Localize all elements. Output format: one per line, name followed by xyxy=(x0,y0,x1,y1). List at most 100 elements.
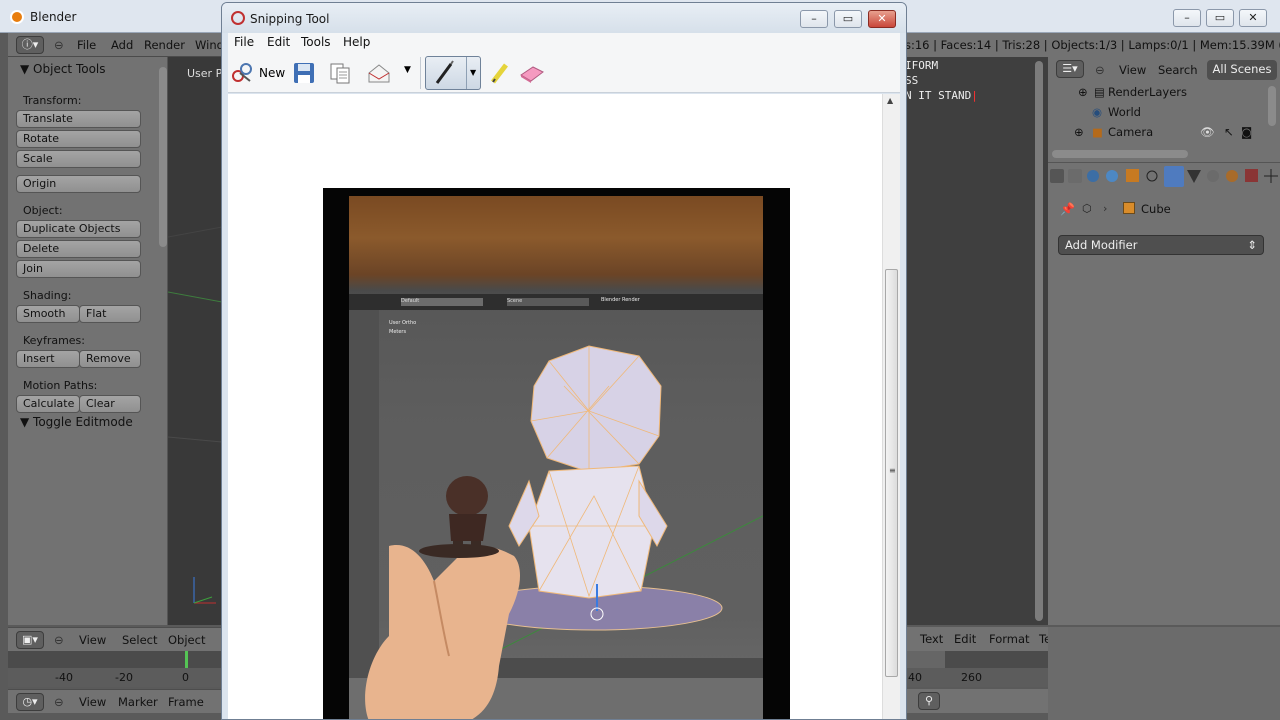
eraser-icon xyxy=(520,66,544,83)
collapse-icon[interactable]: ⊖ xyxy=(54,695,64,709)
origin-button[interactable]: Origin xyxy=(16,175,141,193)
menu-render[interactable]: Render xyxy=(144,38,185,52)
toggle-editmode-header[interactable]: ▼ Toggle Editmode xyxy=(20,415,133,429)
mesh-cube-icon xyxy=(1123,202,1135,214)
snip-canvas-scrollbar[interactable]: ▲ ≡ xyxy=(882,94,900,719)
outliner-header: ☰▾ ⊖ View Search All Scenes xyxy=(1048,57,1280,82)
text-editor[interactable]: IFORM SS N IT STAND| xyxy=(905,57,1048,625)
menu-object[interactable]: Object xyxy=(168,633,205,647)
blender-logo-icon xyxy=(10,10,24,24)
menu-view[interactable]: View xyxy=(1119,63,1146,77)
menu-format[interactable]: Format xyxy=(989,632,1030,646)
menu-edit[interactable]: Edit xyxy=(267,35,290,49)
menu-view[interactable]: View xyxy=(79,695,106,709)
timeline[interactable]: -40 -20 0 xyxy=(8,651,222,687)
menu-file[interactable]: File xyxy=(234,35,254,49)
scrollbar-thumb[interactable]: ≡ xyxy=(885,269,898,677)
viewport-grid xyxy=(168,226,222,604)
menu-frame[interactable]: Frame xyxy=(168,695,204,709)
properties-tab-icons[interactable] xyxy=(1048,163,1280,191)
remove-keyframe-button[interactable]: Remove xyxy=(79,350,141,368)
3d-viewport[interactable]: User P xyxy=(168,57,222,625)
expand-icon[interactable]: ⊕ xyxy=(1078,85,1088,99)
text-editor-header: Text Edit Format Te xyxy=(905,627,1051,651)
editor-type-3d-icon[interactable]: ▣▾ xyxy=(16,631,44,649)
close-button[interactable]: ✕ xyxy=(1239,9,1267,27)
maximize-button[interactable]: ▭ xyxy=(1206,9,1234,27)
snip-canvas[interactable]: Default Scene Blender Render User Ortho … xyxy=(228,94,882,719)
editor-type-outliner-icon[interactable]: ☰▾ xyxy=(1056,60,1084,78)
copy-button[interactable] xyxy=(328,61,354,85)
code-line: N IT STAND| xyxy=(905,89,978,102)
highlighter-button[interactable] xyxy=(488,61,514,85)
grip-icon: ≡ xyxy=(889,466,896,475)
scroll-up-arrow-icon[interactable]: ▲ xyxy=(887,96,893,105)
3d-view-header: ▣▾ ⊖ View Select Object xyxy=(8,627,222,651)
expand-icon[interactable]: ⊕ xyxy=(1074,125,1084,139)
display-mode-select[interactable]: All Scenes xyxy=(1207,60,1277,80)
timeline-header: ◷▾ ⊖ View Marker Frame xyxy=(8,689,222,713)
snipping-tool-title: Snipping Tool xyxy=(250,12,330,26)
visibility-eye-icon[interactable]: 👁 xyxy=(1200,125,1215,139)
timeline-right[interactable]: 40 260 xyxy=(905,651,1048,687)
calculate-button[interactable]: Calculate xyxy=(16,395,80,413)
insert-keyframe-button[interactable]: Insert xyxy=(16,350,80,368)
collapse-icon[interactable]: ⊖ xyxy=(54,38,64,52)
pin-icon[interactable]: 📌 xyxy=(1060,202,1075,216)
outliner-vscrollbar[interactable] xyxy=(1268,86,1276,126)
outliner-item-camera[interactable]: ⊕ ■ Camera 👁 ↖ ◙ xyxy=(1074,125,1252,139)
text-editor-scrollbar[interactable] xyxy=(1034,61,1044,621)
duplicate-objects-button[interactable]: Duplicate Objects xyxy=(16,220,141,238)
snipping-tool-window: Snipping Tool – ▭ ✕ File Edit Tools Help… xyxy=(221,2,907,720)
delete-button[interactable]: Delete xyxy=(16,240,141,258)
menu-add[interactable]: Add xyxy=(111,38,133,52)
shading-label: Shading: xyxy=(23,289,72,302)
menu-window[interactable]: Wind xyxy=(195,38,224,52)
blender-window-title: Blender xyxy=(30,10,77,24)
menu-tools[interactable]: Tools xyxy=(301,35,331,49)
editor-type-info-icon[interactable]: ⓘ▾ xyxy=(16,36,44,54)
pen-dropdown-arrow-icon[interactable]: ▼ xyxy=(470,68,476,77)
pen-tool-button[interactable]: ▼ xyxy=(425,56,481,90)
snip-close-button[interactable]: ✕ xyxy=(868,10,896,28)
editor-type-timeline-icon[interactable]: ◷▾ xyxy=(16,693,44,711)
menu-view[interactable]: View xyxy=(79,633,106,647)
join-button[interactable]: Join xyxy=(16,260,141,278)
menu-select[interactable]: Select xyxy=(122,633,157,647)
menu-search[interactable]: Search xyxy=(1158,63,1198,77)
menu-marker[interactable]: Marker xyxy=(118,695,158,709)
outliner-item-renderlayers[interactable]: ⊕ ▤ RenderLayers xyxy=(1078,85,1187,99)
menu-help[interactable]: Help xyxy=(343,35,370,49)
snip-maximize-button[interactable]: ▭ xyxy=(834,10,862,28)
menu-file[interactable]: File xyxy=(77,38,96,52)
translate-button[interactable]: Translate xyxy=(16,110,141,128)
menu-edit[interactable]: Edit xyxy=(954,632,976,646)
collapse-icon[interactable]: ⊖ xyxy=(1095,63,1105,77)
keying-icon[interactable]: ⚲ xyxy=(918,692,940,710)
renderability-camera-icon[interactable]: ◙ xyxy=(1241,125,1252,139)
outliner[interactable]: ⊕ ▤ RenderLayers ◉ World ⊕ ■ Camera 👁 ↖ … xyxy=(1048,82,1280,162)
smooth-button[interactable]: Smooth xyxy=(16,305,80,323)
snip-minimize-button[interactable]: – xyxy=(800,10,828,28)
selectability-cursor-icon[interactable]: ↖ xyxy=(1224,125,1234,139)
object-tools-header[interactable]: ▼ Object Tools xyxy=(20,62,106,76)
send-dropdown-arrow-icon[interactable]: ▼ xyxy=(404,65,411,75)
clear-button[interactable]: Clear xyxy=(79,395,141,413)
eraser-button[interactable] xyxy=(518,61,546,85)
minimize-button[interactable]: – xyxy=(1173,9,1201,27)
outliner-hscrollbar[interactable] xyxy=(1052,150,1188,158)
scale-button[interactable]: Scale xyxy=(16,150,141,168)
rotate-button[interactable]: Rotate xyxy=(16,130,141,148)
object-name: Cube xyxy=(1141,202,1171,216)
properties-bottom xyxy=(1048,627,1280,720)
send-snip-button[interactable] xyxy=(366,61,392,85)
outliner-item-world[interactable]: ◉ World xyxy=(1092,105,1141,119)
current-frame-marker[interactable] xyxy=(185,651,188,668)
toolshelf-scrollbar[interactable] xyxy=(158,61,168,461)
collapse-icon[interactable]: ⊖ xyxy=(54,633,64,647)
new-snip-button[interactable]: New xyxy=(230,61,286,85)
menu-text[interactable]: Text xyxy=(920,632,943,646)
save-snip-button[interactable] xyxy=(292,61,318,85)
add-modifier-button[interactable]: Add Modifier ⇕ xyxy=(1058,235,1264,255)
flat-button[interactable]: Flat xyxy=(79,305,141,323)
